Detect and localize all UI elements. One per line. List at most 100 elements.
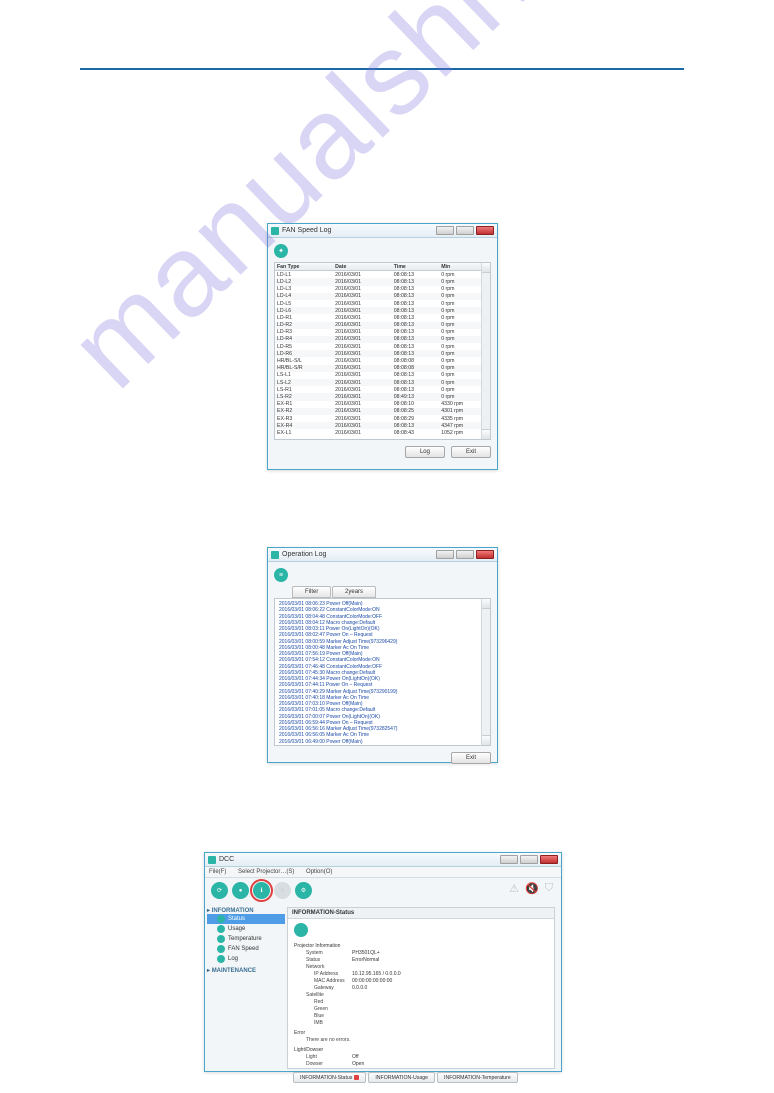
network-label: Network (294, 964, 352, 971)
table-cell: 08:08:43 (392, 429, 439, 436)
usage-icon (217, 925, 225, 933)
table-row[interactable]: EX-R32016/03/0108:08:294335 rpm (275, 415, 490, 422)
table-cell: 2016/03/01 (333, 386, 392, 393)
tree-item-log[interactable]: Log (207, 954, 285, 964)
table-cell: 2016/03/01 (333, 372, 392, 379)
status-value: ErrorNormal (352, 957, 379, 964)
tree-root-maintenance[interactable]: ▸ MAINTENANCE (207, 967, 285, 974)
menu-select-projector[interactable]: Select Projector…(S) (238, 869, 294, 875)
table-row[interactable]: LD-L32016/03/0108:08:130 rpm (275, 286, 490, 293)
toolbar-connect-icon[interactable]: ⟳ (211, 882, 228, 899)
table-cell: 2016/03/01 (333, 336, 392, 343)
log-entry[interactable]: 2016/03/01 06:49:00 Power Off(Main) (279, 739, 486, 745)
table-cell: 2016/03/01 (333, 429, 392, 436)
titlebar[interactable]: FAN Speed Log (268, 224, 497, 238)
titlebar[interactable]: DCC (205, 853, 561, 867)
vertical-scrollbar[interactable] (481, 599, 490, 745)
table-row[interactable]: LD-L42016/03/0108:08:130 rpm (275, 293, 490, 300)
vertical-scrollbar[interactable] (481, 263, 490, 439)
table-cell: 2016/03/01 (333, 271, 392, 279)
table-cell: 08:08:13 (392, 271, 439, 279)
table-cell: 08:08:13 (392, 386, 439, 393)
maximize-button[interactable] (456, 226, 474, 235)
tree-item-usage[interactable]: Usage (207, 924, 285, 934)
tab-information-temperature[interactable]: INFORMATION-Temperature (437, 1072, 518, 1083)
table-cell: 08:08:13 (392, 336, 439, 343)
table-cell: 2016/03/01 (333, 401, 392, 408)
column-header[interactable]: Fan Type (275, 263, 333, 271)
table-row[interactable]: LD-L52016/03/0108:08:130 rpm (275, 300, 490, 307)
table-cell: 08:49:13 (392, 393, 439, 400)
tree-item-temperature[interactable]: Temperature (207, 934, 285, 944)
table-cell: LS-R2 (275, 393, 333, 400)
maximize-button[interactable] (520, 855, 538, 864)
table-row[interactable]: EX-R12016/03/0108:08:104330 rpm (275, 401, 490, 408)
toolbar-info-icon[interactable]: ℹ (253, 882, 270, 899)
table-row[interactable]: LD-R42016/03/0108:08:130 rpm (275, 336, 490, 343)
table-row[interactable]: EX-L12016/03/0108:08:431052 rpm (275, 429, 490, 436)
table-cell: LD-R6 (275, 350, 333, 357)
table-cell: 2016/03/01 (333, 293, 392, 300)
column-header[interactable]: Time (392, 263, 439, 271)
table-row[interactable]: LD-R52016/03/0108:08:130 rpm (275, 343, 490, 350)
table-cell: LD-R4 (275, 336, 333, 343)
blue-label: Blue (294, 1013, 352, 1020)
close-button[interactable] (540, 855, 558, 864)
table-cell: 2016/03/01 (333, 357, 392, 364)
bottom-tab-bar: INFORMATION-Status INFORMATION-Usage INF… (205, 1069, 561, 1088)
table-row[interactable]: LS-R22016/03/0108:49:130 rpm (275, 393, 490, 400)
menu-file[interactable]: File(F) (209, 869, 226, 875)
table-cell: 08:08:08 (392, 365, 439, 372)
tree-item-fan-speed[interactable]: FAN Speed (207, 944, 285, 954)
shield-icon: ⛉ (545, 882, 553, 895)
menu-option[interactable]: Option(O) (306, 869, 332, 875)
minimize-button[interactable] (500, 855, 518, 864)
table-row[interactable]: LD-L62016/03/0108:08:130 rpm (275, 307, 490, 314)
table-row[interactable]: HR/BL-S/R2016/03/0108:08:080 rpm (275, 365, 490, 372)
tab-information-status[interactable]: INFORMATION-Status (293, 1072, 366, 1083)
exit-button[interactable]: Exit (451, 752, 491, 764)
table-cell: 2016/03/01 (333, 343, 392, 350)
table-row[interactable]: LD-L22016/03/0108:08:130 rpm (275, 278, 490, 285)
table-row[interactable]: LD-R32016/03/0108:08:130 rpm (275, 329, 490, 336)
table-row[interactable]: LD-R22016/03/0108:08:130 rpm (275, 322, 490, 329)
table-row[interactable]: LS-L12016/03/0108:08:130 rpm (275, 372, 490, 379)
table-row[interactable]: LD-R62016/03/0108:08:130 rpm (275, 350, 490, 357)
tree-root-information[interactable]: ▸ INFORMATION (207, 907, 285, 914)
minimize-button[interactable] (436, 226, 454, 235)
table-row[interactable]: HR/BL-S/L2016/03/0108:08:080 rpm (275, 357, 490, 364)
2years-tab[interactable]: 2years (332, 586, 376, 598)
table-row[interactable]: LD-L12016/03/0108:08:130 rpm (275, 271, 490, 279)
lightdowser-label: Light/Dowser (294, 1047, 548, 1054)
minimize-button[interactable] (436, 550, 454, 559)
column-header[interactable]: Date (333, 263, 392, 271)
close-button[interactable] (476, 550, 494, 559)
mute-icon: 🔇 (525, 882, 539, 895)
toolbar-settings-icon[interactable]: ⚙ (295, 882, 312, 899)
table-row[interactable]: EX-R42016/03/0108:08:134347 rpm (275, 422, 490, 429)
warning-icon: ⚠ (509, 882, 519, 895)
satellite-label: Satellite (294, 992, 352, 999)
tab-information-usage[interactable]: INFORMATION-Usage (368, 1072, 435, 1083)
table-row[interactable]: LS-L22016/03/0108:08:130 rpm (275, 379, 490, 386)
table-cell: 08:08:13 (392, 350, 439, 357)
exit-button[interactable]: Exit (451, 446, 491, 458)
maximize-button[interactable] (456, 550, 474, 559)
close-button[interactable] (476, 226, 494, 235)
table-cell: 2016/03/01 (333, 415, 392, 422)
titlebar[interactable]: Operation Log (268, 548, 497, 562)
toolbar-disabled-icon: ◌ (274, 882, 291, 899)
table-cell: LD-R2 (275, 322, 333, 329)
filter-tab[interactable]: Filter (292, 586, 331, 598)
table-row[interactable]: LD-R12016/03/0108:08:130 rpm (275, 314, 490, 321)
toolbar-status-icon[interactable]: ● (232, 882, 249, 899)
log-button[interactable]: Log (405, 446, 445, 458)
table-row[interactable]: LS-R12016/03/0108:08:130 rpm (275, 386, 490, 393)
table-cell: 08:08:13 (392, 293, 439, 300)
dowser-value: Open (352, 1061, 364, 1068)
table-row[interactable]: EX-R22016/03/0108:08:254301 rpm (275, 408, 490, 415)
tree-item-status[interactable]: Status (207, 914, 285, 924)
mac-value: 00:00:00:00:00:00 (352, 978, 392, 985)
menu-bar: File(F) Select Projector…(S) Option(O) (205, 867, 561, 878)
table-cell: EX-R3 (275, 415, 333, 422)
